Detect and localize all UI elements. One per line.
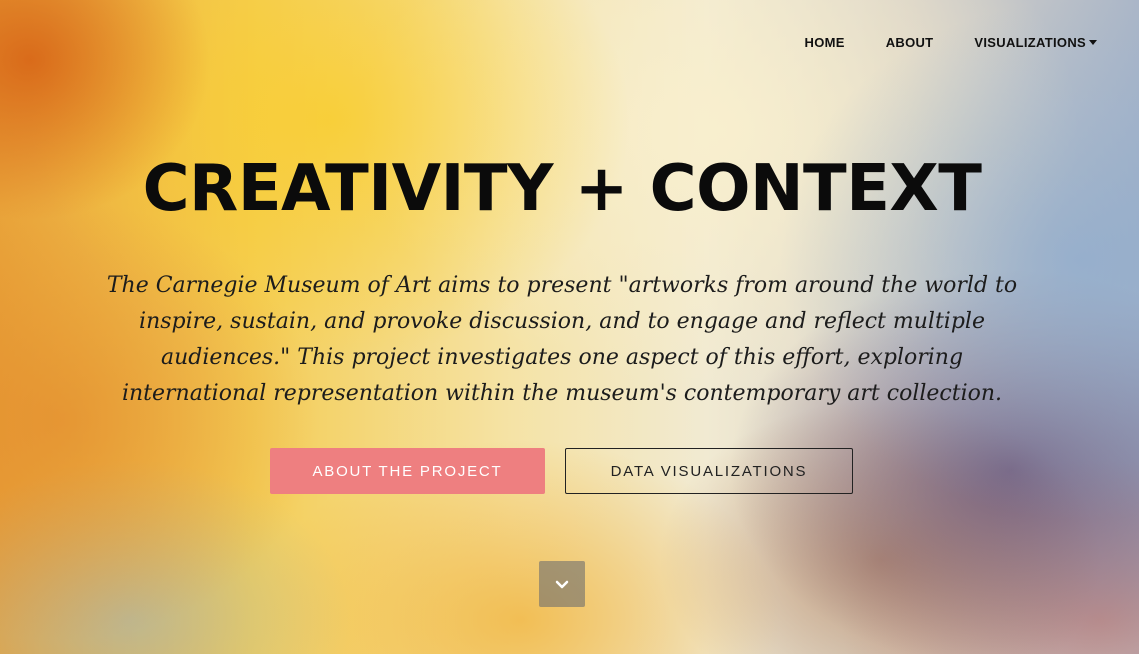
nav-home-link[interactable]: HOME xyxy=(805,35,845,50)
nav-visualizations-dropdown[interactable]: VISUALIZATIONS xyxy=(974,35,1097,50)
about-project-button[interactable]: ABOUT THE PROJECT xyxy=(270,448,545,494)
top-navigation: HOME ABOUT VISUALIZATIONS xyxy=(764,35,1097,50)
chevron-down-icon xyxy=(555,580,569,588)
nav-about-link[interactable]: ABOUT xyxy=(886,35,934,50)
nav-home-label: HOME xyxy=(804,35,845,50)
scroll-down-button[interactable] xyxy=(539,561,585,607)
data-visualizations-button[interactable]: DATA VISUALIZATIONS xyxy=(565,448,853,494)
nav-visualizations-label: VISUALIZATIONS xyxy=(974,35,1086,50)
nav-about-label: ABOUT xyxy=(885,35,934,50)
caret-down-icon xyxy=(1089,40,1097,45)
hero-title: CREATIVITY + CONTEXT xyxy=(142,152,982,226)
hero-description: The Carnegie Museum of Art aims to prese… xyxy=(106,273,1018,406)
